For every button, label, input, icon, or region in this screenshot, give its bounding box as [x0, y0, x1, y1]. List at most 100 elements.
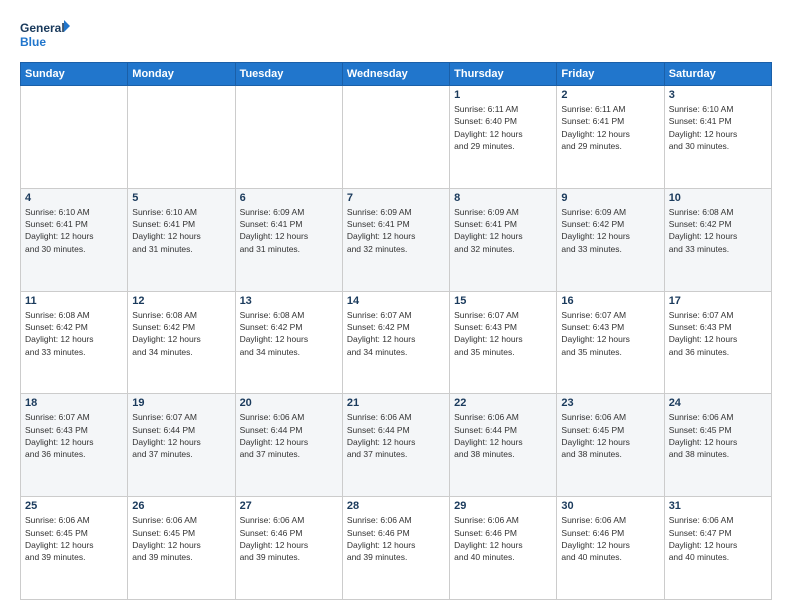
calendar-cell: 19 Sunrise: 6:07 AM Sunset: 6:44 PM Dayli…	[128, 394, 235, 497]
day-number: 17	[669, 295, 767, 307]
day-info: Sunrise: 6:06 AM Sunset: 6:46 PM Dayligh…	[561, 514, 659, 563]
calendar-cell: 9 Sunrise: 6:09 AM Sunset: 6:42 PM Daylig…	[557, 188, 664, 291]
day-number: 20	[240, 397, 338, 409]
day-number: 1	[454, 89, 552, 101]
day-number: 3	[669, 89, 767, 101]
day-number: 10	[669, 192, 767, 204]
day-number: 24	[669, 397, 767, 409]
calendar-week-row: 18Sunrise: 6:07 AM Sunset: 6:43 PM Dayli…	[21, 394, 772, 497]
calendar-cell: 8Sunrise: 6:09 AM Sunset: 6:41 PM Daylig…	[450, 188, 557, 291]
day-number: 14	[347, 295, 445, 307]
calendar-cell: 11Sunrise: 6:08 AM Sunset: 6:42 PM Dayli…	[21, 291, 128, 394]
calendar-col-header: Monday	[128, 63, 235, 86]
calendar-cell: 15 Sunrise: 6:07 AM Sunset: 6:43 PM Dayli…	[450, 291, 557, 394]
day-info: Sunrise: 6:06 AM Sunset: 6:46 PM Dayligh…	[240, 514, 338, 563]
day-info: Sunrise: 6:06 AM Sunset: 6:45 PM Dayligh…	[25, 514, 123, 563]
calendar-cell: 2Sunrise: 6:11 AM Sunset: 6:41 PM Daylig…	[557, 86, 664, 189]
calendar-cell: 1 Sunrise: 6:11 AM Sunset: 6:40 PM Daylig…	[450, 86, 557, 189]
day-number: 27	[240, 500, 338, 512]
calendar-col-header: Thursday	[450, 63, 557, 86]
day-info: Sunrise: 6:10 AM Sunset: 6:41 PM Dayligh…	[25, 206, 123, 255]
day-number: 18	[25, 397, 123, 409]
calendar-cell: 22 Sunrise: 6:06 AM Sunset: 6:44 PM Dayli…	[450, 394, 557, 497]
day-number: 29	[454, 500, 552, 512]
day-number: 15	[454, 295, 552, 307]
day-info: Sunrise: 6:06 AM Sunset: 6:46 PM Dayligh…	[454, 514, 552, 563]
day-info: Sunrise: 6:06 AM Sunset: 6:44 PM Dayligh…	[454, 411, 552, 460]
calendar-cell	[128, 86, 235, 189]
day-info: Sunrise: 6:06 AM Sunset: 6:45 PM Dayligh…	[561, 411, 659, 460]
calendar-cell: 13 Sunrise: 6:08 AM Sunset: 6:42 PM Dayli…	[235, 291, 342, 394]
calendar-col-header: Friday	[557, 63, 664, 86]
calendar-cell: 31 Sunrise: 6:06 AM Sunset: 6:47 PM Dayli…	[664, 497, 771, 600]
day-number: 6	[240, 192, 338, 204]
day-info: Sunrise: 6:08 AM Sunset: 6:42 PM Dayligh…	[132, 309, 230, 358]
day-number: 21	[347, 397, 445, 409]
day-number: 19	[132, 397, 230, 409]
calendar-cell: 10Sunrise: 6:08 AM Sunset: 6:42 PM Dayli…	[664, 188, 771, 291]
day-info: Sunrise: 6:06 AM Sunset: 6:44 PM Dayligh…	[240, 411, 338, 460]
day-info: Sunrise: 6:09 AM Sunset: 6:42 PM Dayligh…	[561, 206, 659, 255]
day-number: 9	[561, 192, 659, 204]
calendar-cell	[235, 86, 342, 189]
day-info: Sunrise: 6:07 AM Sunset: 6:42 PM Dayligh…	[347, 309, 445, 358]
calendar-table: SundayMondayTuesdayWednesdayThursdayFrid…	[20, 62, 772, 600]
calendar-cell: 27 Sunrise: 6:06 AM Sunset: 6:46 PM Dayli…	[235, 497, 342, 600]
calendar-cell: 7Sunrise: 6:09 AM Sunset: 6:41 PM Daylig…	[342, 188, 449, 291]
calendar-cell: 24 Sunrise: 6:06 AM Sunset: 6:45 PM Dayli…	[664, 394, 771, 497]
day-info: Sunrise: 6:06 AM Sunset: 6:45 PM Dayligh…	[132, 514, 230, 563]
calendar-cell: 6Sunrise: 6:09 AM Sunset: 6:41 PM Daylig…	[235, 188, 342, 291]
calendar-header-row: SundayMondayTuesdayWednesdayThursdayFrid…	[21, 63, 772, 86]
calendar-col-header: Sunday	[21, 63, 128, 86]
day-number: 25	[25, 500, 123, 512]
calendar-cell: 25 Sunrise: 6:06 AM Sunset: 6:45 PM Dayli…	[21, 497, 128, 600]
calendar-cell	[21, 86, 128, 189]
day-info: Sunrise: 6:06 AM Sunset: 6:46 PM Dayligh…	[347, 514, 445, 563]
calendar-cell: 3 Sunrise: 6:10 AM Sunset: 6:41 PM Daylig…	[664, 86, 771, 189]
day-number: 16	[561, 295, 659, 307]
day-info: Sunrise: 6:10 AM Sunset: 6:41 PM Dayligh…	[669, 103, 767, 152]
day-info: Sunrise: 6:07 AM Sunset: 6:44 PM Dayligh…	[132, 411, 230, 460]
day-number: 31	[669, 500, 767, 512]
calendar-cell: 28 Sunrise: 6:06 AM Sunset: 6:46 PM Dayli…	[342, 497, 449, 600]
calendar-col-header: Saturday	[664, 63, 771, 86]
day-number: 8	[454, 192, 552, 204]
calendar-cell: 17Sunrise: 6:07 AM Sunset: 6:43 PM Dayli…	[664, 291, 771, 394]
day-info: Sunrise: 6:08 AM Sunset: 6:42 PM Dayligh…	[240, 309, 338, 358]
calendar-cell: 23 Sunrise: 6:06 AM Sunset: 6:45 PM Dayli…	[557, 394, 664, 497]
day-info: Sunrise: 6:11 AM Sunset: 6:40 PM Dayligh…	[454, 103, 552, 152]
day-number: 23	[561, 397, 659, 409]
day-info: Sunrise: 6:06 AM Sunset: 6:45 PM Dayligh…	[669, 411, 767, 460]
day-info: Sunrise: 6:10 AM Sunset: 6:41 PM Dayligh…	[132, 206, 230, 255]
day-number: 30	[561, 500, 659, 512]
page: General Blue SundayMondayTuesdayWednesda…	[0, 0, 792, 612]
svg-text:Blue: Blue	[20, 35, 46, 49]
calendar-cell: 14 Sunrise: 6:07 AM Sunset: 6:42 PM Dayli…	[342, 291, 449, 394]
day-number: 2	[561, 89, 659, 101]
calendar-week-row: 25 Sunrise: 6:06 AM Sunset: 6:45 PM Dayli…	[21, 497, 772, 600]
calendar-cell: 29 Sunrise: 6:06 AM Sunset: 6:46 PM Dayli…	[450, 497, 557, 600]
day-number: 4	[25, 192, 123, 204]
day-info: Sunrise: 6:06 AM Sunset: 6:44 PM Dayligh…	[347, 411, 445, 460]
header: General Blue	[20, 18, 772, 54]
calendar-week-row: 4 Sunrise: 6:10 AM Sunset: 6:41 PM Daylig…	[21, 188, 772, 291]
calendar-cell: 30 Sunrise: 6:06 AM Sunset: 6:46 PM Dayli…	[557, 497, 664, 600]
day-number: 13	[240, 295, 338, 307]
day-number: 26	[132, 500, 230, 512]
day-number: 12	[132, 295, 230, 307]
calendar-cell: 26 Sunrise: 6:06 AM Sunset: 6:45 PM Dayli…	[128, 497, 235, 600]
calendar-cell: 16Sunrise: 6:07 AM Sunset: 6:43 PM Dayli…	[557, 291, 664, 394]
calendar-week-row: 11Sunrise: 6:08 AM Sunset: 6:42 PM Dayli…	[21, 291, 772, 394]
calendar-cell: 18Sunrise: 6:07 AM Sunset: 6:43 PM Dayli…	[21, 394, 128, 497]
logo-icon: General Blue	[20, 18, 70, 54]
day-number: 7	[347, 192, 445, 204]
logo: General Blue	[20, 18, 70, 54]
calendar-col-header: Tuesday	[235, 63, 342, 86]
svg-text:General: General	[20, 21, 65, 35]
day-info: Sunrise: 6:06 AM Sunset: 6:47 PM Dayligh…	[669, 514, 767, 563]
calendar-cell: 21 Sunrise: 6:06 AM Sunset: 6:44 PM Dayli…	[342, 394, 449, 497]
day-number: 28	[347, 500, 445, 512]
day-info: Sunrise: 6:07 AM Sunset: 6:43 PM Dayligh…	[454, 309, 552, 358]
calendar-col-header: Wednesday	[342, 63, 449, 86]
day-number: 22	[454, 397, 552, 409]
